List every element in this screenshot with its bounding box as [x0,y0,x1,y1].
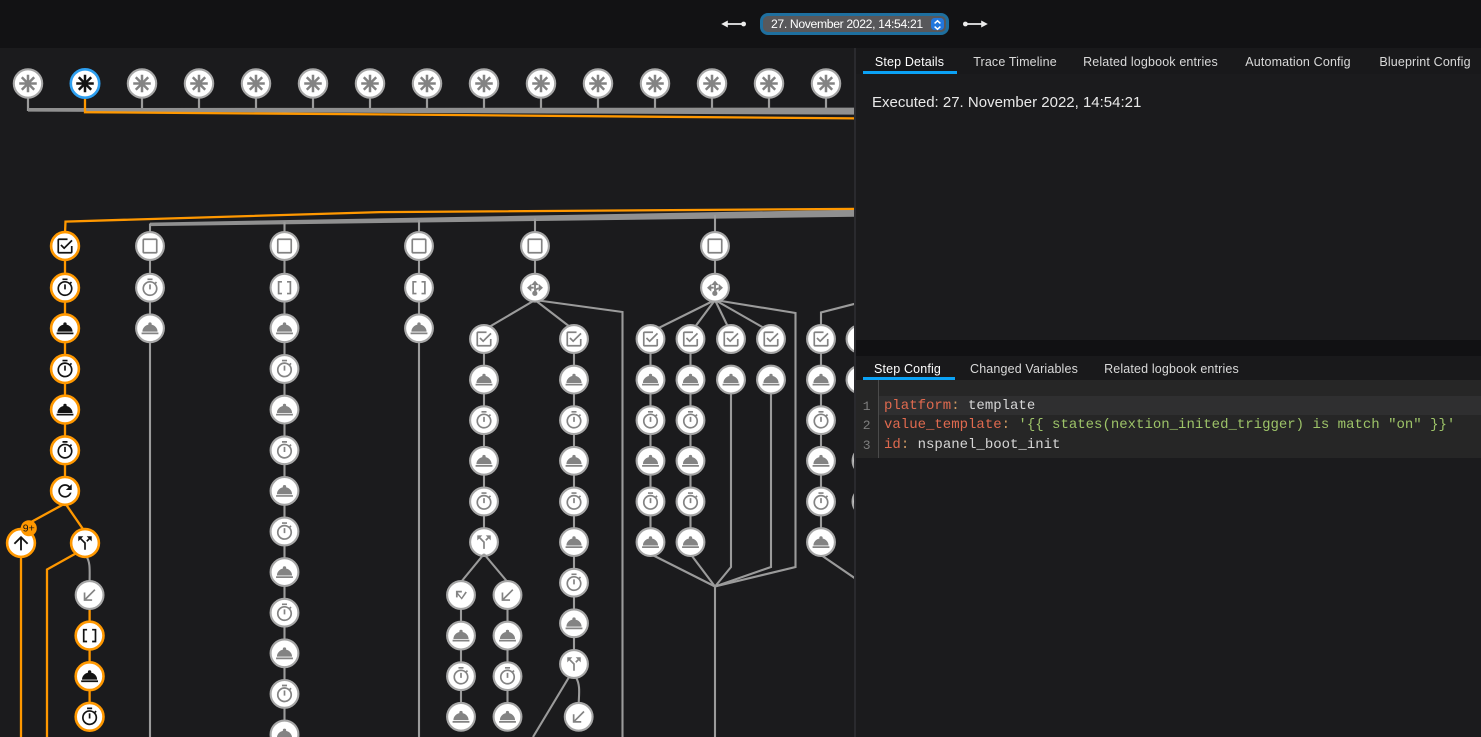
svg-text:9+: 9+ [23,523,35,535]
